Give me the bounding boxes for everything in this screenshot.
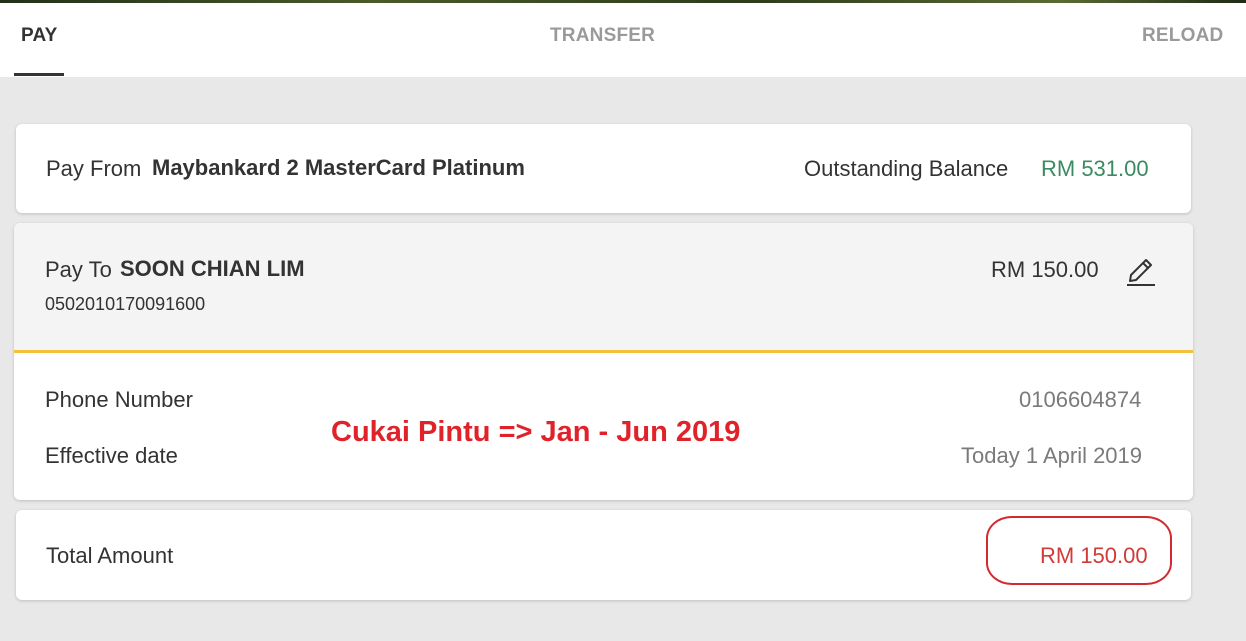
pay-to-header xyxy=(14,223,1193,350)
payee-account-number: 0502010170091600 xyxy=(45,294,206,314)
annotation-note: Cukai Pintu => Jan - Jun 2019 xyxy=(331,416,741,448)
effective-date-value: Today 1 April 2019 xyxy=(961,443,1143,468)
active-tab-indicator xyxy=(14,73,64,76)
pay-to-card: Pay To SOON CHIAN LIM 0502010170091600 R… xyxy=(14,223,1193,500)
phone-number-label: Phone Number xyxy=(45,387,193,412)
pay-from-account: Maybankard 2 MasterCard Platinum xyxy=(152,155,525,180)
payee-name: SOON CHIAN LIM xyxy=(120,256,305,281)
pencil-icon[interactable] xyxy=(1124,255,1158,289)
annotation-circle xyxy=(986,516,1172,585)
effective-date-label: Effective date xyxy=(45,443,178,468)
tab-transfer[interactable]: TRANSFER xyxy=(550,25,655,47)
phone-number-value: 0106604874 xyxy=(1019,387,1142,412)
section-divider xyxy=(14,350,1193,353)
tab-bar: PAY TRANSFER RELOAD xyxy=(0,3,1246,77)
pay-from-card[interactable]: Pay From Maybankard 2 MasterCard Platinu… xyxy=(16,124,1191,213)
outstanding-balance-value: RM 531.00 xyxy=(1041,156,1149,181)
pay-to-label: Pay To xyxy=(45,257,112,282)
pay-to-amount: RM 150.00 xyxy=(991,257,1099,282)
pay-from-label: Pay From xyxy=(46,156,142,181)
tab-pay[interactable]: PAY xyxy=(21,25,58,47)
total-amount-label: Total Amount xyxy=(46,543,174,568)
tab-reload[interactable]: RELOAD xyxy=(1142,25,1223,47)
outstanding-balance-label: Outstanding Balance xyxy=(804,156,1009,181)
